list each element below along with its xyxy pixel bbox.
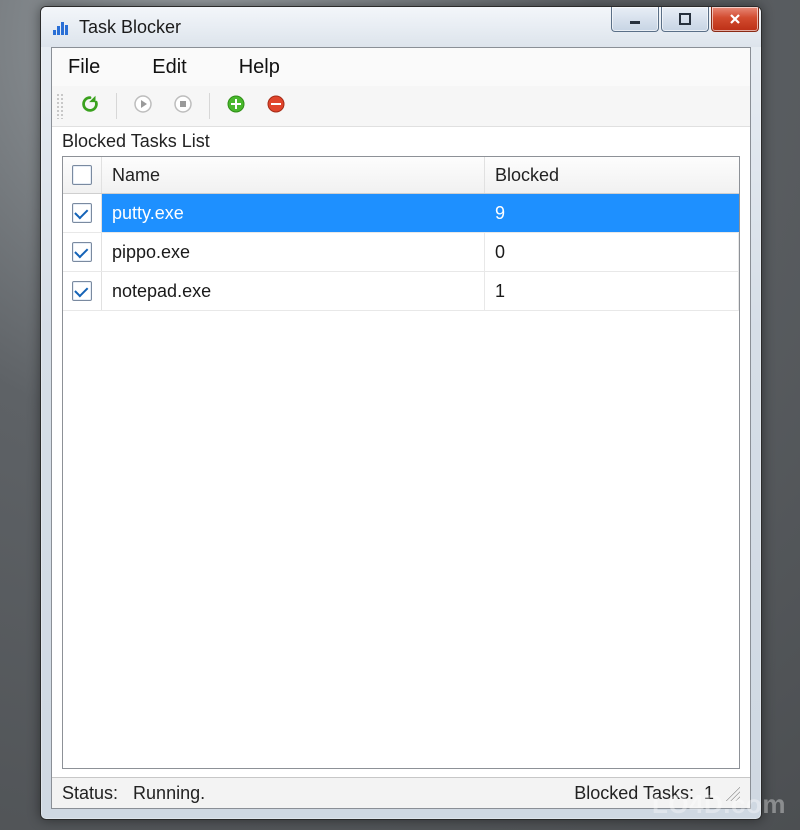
row-checkbox[interactable] xyxy=(72,242,92,262)
row-checkbox-cell[interactable] xyxy=(63,194,102,232)
table-row[interactable]: pippo.exe0 xyxy=(63,233,739,272)
stop-button[interactable] xyxy=(167,90,199,122)
play-icon xyxy=(133,94,153,119)
row-checkbox-cell[interactable] xyxy=(63,272,102,310)
row-checkbox-cell[interactable] xyxy=(63,233,102,271)
table-row[interactable]: putty.exe9 xyxy=(63,194,739,233)
header-checkbox[interactable] xyxy=(72,165,92,185)
remove-button[interactable] xyxy=(260,90,292,122)
row-name: notepad.exe xyxy=(102,272,485,310)
app-icon xyxy=(51,17,71,37)
menubar: File Edit Help xyxy=(52,48,750,86)
row-name: pippo.exe xyxy=(102,233,485,271)
toolbar-separator xyxy=(209,93,210,119)
maximize-button[interactable] xyxy=(661,7,709,32)
refresh-icon xyxy=(79,93,101,120)
row-checkbox[interactable] xyxy=(72,203,92,223)
header-checkbox-cell[interactable] xyxy=(63,157,102,193)
add-button[interactable] xyxy=(220,90,252,122)
refresh-button[interactable] xyxy=(74,90,106,122)
minimize-button[interactable] xyxy=(611,7,659,32)
row-checkbox[interactable] xyxy=(72,281,92,301)
column-header-blocked[interactable]: Blocked xyxy=(485,157,739,193)
resize-grip-icon[interactable] xyxy=(724,785,740,801)
list-label: Blocked Tasks List xyxy=(52,127,750,156)
minus-icon xyxy=(266,94,286,119)
menu-edit[interactable]: Edit xyxy=(144,54,194,81)
blocked-tasks-table: Name Blocked putty.exe9pippo.exe0notepad… xyxy=(62,156,740,769)
table-body: putty.exe9pippo.exe0notepad.exe1 xyxy=(63,194,739,768)
status-right: Blocked Tasks: 1 xyxy=(574,783,740,804)
status-label: Status: xyxy=(62,783,118,803)
play-button[interactable] xyxy=(127,90,159,122)
table-header: Name Blocked xyxy=(63,157,739,194)
toolbar xyxy=(52,86,750,127)
window-title: Task Blocker xyxy=(79,17,181,38)
stop-icon xyxy=(173,94,193,119)
table-row[interactable]: notepad.exe1 xyxy=(63,272,739,311)
row-name: putty.exe xyxy=(102,194,485,232)
row-blocked: 1 xyxy=(485,272,739,310)
toolbar-grip xyxy=(56,93,64,119)
window-controls xyxy=(611,7,759,32)
titlebar[interactable]: Task Blocker xyxy=(41,7,761,47)
client-area: File Edit Help xyxy=(51,47,751,809)
toolbar-separator xyxy=(116,93,117,119)
menu-file[interactable]: File xyxy=(60,54,108,81)
app-window: Task Blocker File Edit Help xyxy=(40,6,762,820)
status-state: Running. xyxy=(133,783,205,803)
plus-icon xyxy=(226,94,246,119)
row-blocked: 0 xyxy=(485,233,739,271)
status-left: Status: Running. xyxy=(62,783,205,804)
close-button[interactable] xyxy=(711,7,759,32)
blocked-tasks-count: 1 xyxy=(704,783,714,803)
column-header-name[interactable]: Name xyxy=(102,157,485,193)
row-blocked: 9 xyxy=(485,194,739,232)
menu-help[interactable]: Help xyxy=(231,54,288,81)
statusbar: Status: Running. Blocked Tasks: 1 xyxy=(52,777,750,808)
blocked-tasks-label: Blocked Tasks: xyxy=(574,783,694,803)
